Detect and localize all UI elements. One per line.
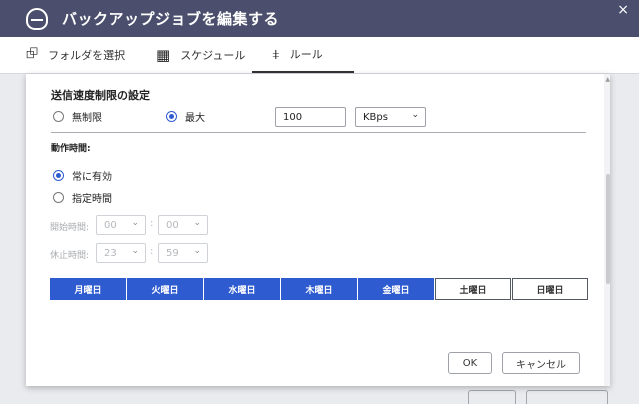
section-divider	[51, 132, 586, 133]
start-minute-select[interactable]: 00 ⌄	[158, 215, 208, 235]
chevron-down-icon: ⌄	[131, 218, 139, 228]
operating-time-title: 動作時間:	[51, 144, 91, 154]
tab-label: ルール	[289, 48, 323, 61]
cancel-button[interactable]: キャンセル	[502, 352, 580, 374]
weekday-toggle-group: 月曜日 火曜日 水曜日 木曜日 金曜日 土曜日 日曜日	[50, 278, 589, 300]
tab-label: フォルダを選択	[48, 49, 126, 62]
folder-arrow-icon: ⮺	[26, 43, 39, 62]
radio-specified-label: 指定時間	[72, 194, 112, 205]
time-colon: :	[150, 218, 154, 229]
calendar-icon: ▦	[156, 46, 171, 64]
radio-specified-time[interactable]: 指定時間	[53, 190, 112, 205]
day-toggle-tuesday[interactable]: 火曜日	[127, 278, 203, 300]
radio-always-label: 常に有効	[72, 172, 112, 183]
day-toggle-wednesday[interactable]: 水曜日	[204, 278, 280, 300]
chevron-down-icon: ⌄	[411, 110, 419, 120]
speed-unit-select[interactable]: KBps ⌄	[355, 107, 426, 127]
sliders-icon: ⧧	[272, 45, 280, 63]
tab-label: スケジュール	[180, 49, 246, 62]
tab-rules[interactable]: ⧧ ルール	[252, 37, 354, 73]
start-time-label: 開始時間:	[50, 223, 90, 233]
day-toggle-sunday[interactable]: 日曜日	[512, 278, 588, 300]
radio-max-label: 最大	[185, 113, 205, 124]
stop-hour-select[interactable]: 23 ⌄	[96, 243, 146, 263]
speed-value-input[interactable]: 100	[275, 107, 346, 127]
tab-select-folder[interactable]: ⮺ フォルダを選択	[26, 37, 125, 73]
window-title: バックアップジョブを編集する	[62, 10, 280, 28]
radio-specified-dot[interactable]	[53, 192, 64, 203]
day-toggle-saturday[interactable]: 土曜日	[435, 278, 511, 300]
radio-always-dot[interactable]	[53, 170, 64, 181]
tab-schedule[interactable]: ▦ スケジュール	[156, 37, 245, 73]
background-cancel-button	[526, 390, 608, 404]
title-bar: バックアップジョブを編集する ×	[0, 0, 639, 37]
day-toggle-monday[interactable]: 月曜日	[50, 278, 126, 300]
day-toggle-friday[interactable]: 金曜日	[358, 278, 434, 300]
scrollbar-thumb[interactable]	[606, 174, 610, 284]
day-toggle-thursday[interactable]: 木曜日	[281, 278, 357, 300]
chevron-down-icon: ⌄	[131, 246, 139, 256]
chevron-down-icon: ⌄	[193, 246, 201, 256]
radio-always-active[interactable]: 常に有効	[53, 168, 112, 183]
radio-unlimited-label: 無制限	[72, 113, 102, 124]
radio-max-dot[interactable]	[166, 111, 177, 122]
tab-bar: ⮺ フォルダを選択 ▦ スケジュール ⧧ ルール	[0, 37, 639, 74]
stop-minute-value: 59	[166, 248, 179, 259]
scroll-up-icon[interactable]: ▲	[605, 76, 610, 83]
chevron-down-icon: ⌄	[193, 218, 201, 228]
ok-button[interactable]: OK	[448, 352, 492, 374]
background-ok-button	[468, 390, 516, 404]
radio-unlimited-dot[interactable]	[53, 111, 64, 122]
close-icon[interactable]: ×	[617, 2, 629, 18]
stop-minute-select[interactable]: 59 ⌄	[158, 243, 208, 263]
speed-unit-value: KBps	[363, 112, 388, 123]
backup-logo-icon	[26, 7, 48, 30]
time-colon: :	[150, 246, 154, 257]
start-hour-value: 00	[104, 220, 117, 231]
radio-max[interactable]: 最大	[166, 109, 205, 124]
stop-hour-value: 23	[104, 248, 117, 259]
radio-unlimited[interactable]: 無制限	[53, 109, 102, 124]
speed-limit-title: 送信速度制限の設定	[51, 89, 150, 102]
rules-panel: ▲ 送信速度制限の設定 無制限 最大 100 KBps ⌄ 動作時間: 常に有効…	[26, 74, 610, 386]
start-hour-select[interactable]: 00 ⌄	[96, 215, 146, 235]
stop-time-label: 休止時間:	[50, 251, 90, 261]
start-minute-value: 00	[166, 220, 179, 231]
